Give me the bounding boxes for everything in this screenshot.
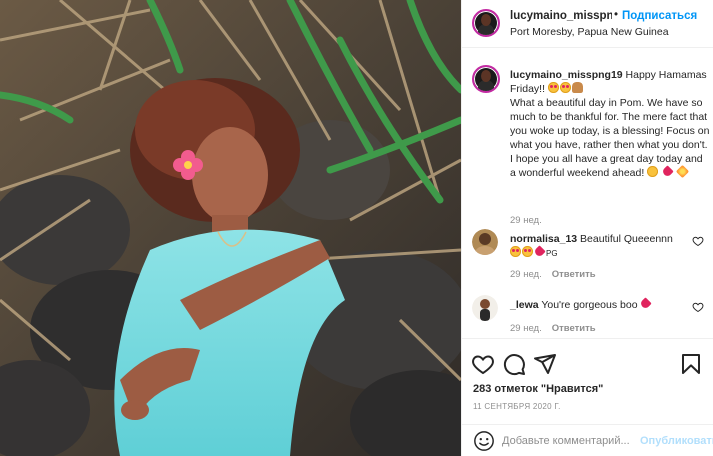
heart-emoji-icon <box>661 165 674 178</box>
separator-dot: • <box>614 9 619 21</box>
comment-meta: 29 нед. Ответить <box>510 323 606 334</box>
comment-body: Beautiful Queeennn <box>577 233 673 245</box>
reply-button[interactable]: Ответить <box>552 323 596 334</box>
speech-bubble-icon[interactable] <box>502 352 526 376</box>
author-avatar[interactable] <box>472 9 500 37</box>
reply-button[interactable]: Ответить <box>552 269 596 280</box>
commenter-username[interactable]: normalisa_13 <box>510 233 577 245</box>
commenter-avatar[interactable] <box>472 295 498 321</box>
commenter-avatar[interactable] <box>472 229 498 255</box>
commenter-username[interactable]: _lewa <box>510 299 539 311</box>
comment-text: _lewa You're gorgeous boo <box>510 297 682 312</box>
heart-outline-icon[interactable] <box>471 352 495 376</box>
comment-time[interactable]: 29 нед. <box>510 269 542 280</box>
comment-item: normalisa_13 Beautiful Queeennn PG 29 не… <box>472 229 710 289</box>
post-side-panel: lucymaino_misspng • Подписаться Port Mor… <box>461 0 713 456</box>
comment-item: _lewa You're gorgeous boo 29 нед. Ответит… <box>472 295 710 338</box>
comment-like-heart-icon[interactable] <box>692 235 704 247</box>
heart-eyes-emoji-icon <box>510 246 521 257</box>
comments-section[interactable]: lucymaino_misspng19 Happy Hamamas Friday… <box>462 49 713 338</box>
praying-hands-emoji-icon <box>571 82 583 93</box>
caption-time[interactable]: 29 нед. <box>510 215 542 226</box>
comment-meta: 29 нед. Ответить <box>510 269 606 280</box>
post-date[interactable]: 11 СЕНТЯБРЯ 2020 Г. <box>473 402 561 411</box>
comment-like-heart-icon[interactable] <box>692 301 704 313</box>
add-comment-bar: Опубликовать <box>462 424 713 456</box>
comment-text: normalisa_13 Beautiful Queeennn PG <box>510 232 682 261</box>
caption-avatar[interactable] <box>472 65 500 93</box>
photo-illustration <box>0 0 461 456</box>
author-username[interactable]: lucymaino_misspng <box>510 10 612 22</box>
post-actions: 283 отметок "Нравится" 11 СЕНТЯБРЯ 2020 … <box>462 338 713 424</box>
heart-emoji-icon <box>639 297 653 310</box>
smiling-face-emoji-icon <box>647 166 659 177</box>
sparkle-emoji-icon <box>675 164 690 179</box>
instagram-post: lucymaino_misspng • Подписаться Port Mor… <box>0 0 713 456</box>
likes-count[interactable]: 283 отметок "Нравится" <box>473 383 603 395</box>
heart-eyes-emoji-icon <box>559 82 571 93</box>
heart-eyes-emoji-icon <box>547 82 559 93</box>
bookmark-icon[interactable] <box>679 352 703 376</box>
follow-button[interactable]: Подписаться <box>622 10 697 22</box>
paper-plane-icon[interactable] <box>533 352 557 376</box>
publish-button[interactable]: Опубликовать <box>640 435 713 447</box>
comment-body: You're gorgeous boo <box>538 299 641 311</box>
comment-time[interactable]: 29 нед. <box>510 323 542 334</box>
caption-username[interactable]: lucymaino_misspng19 <box>510 69 623 81</box>
comment-input[interactable] <box>502 432 640 450</box>
heart-emoji-icon <box>533 245 546 258</box>
post-header: lucymaino_misspng • Подписаться Port Mor… <box>462 0 713 48</box>
heart-eyes-emoji-icon <box>522 246 533 257</box>
smiley-icon[interactable] <box>473 430 495 452</box>
comment-suffix: PG <box>546 249 558 258</box>
post-location[interactable]: Port Moresby, Papua New Guinea <box>510 26 669 38</box>
caption-text: lucymaino_misspng19 Happy Hamamas Friday… <box>510 68 710 180</box>
post-photo[interactable] <box>0 0 461 456</box>
